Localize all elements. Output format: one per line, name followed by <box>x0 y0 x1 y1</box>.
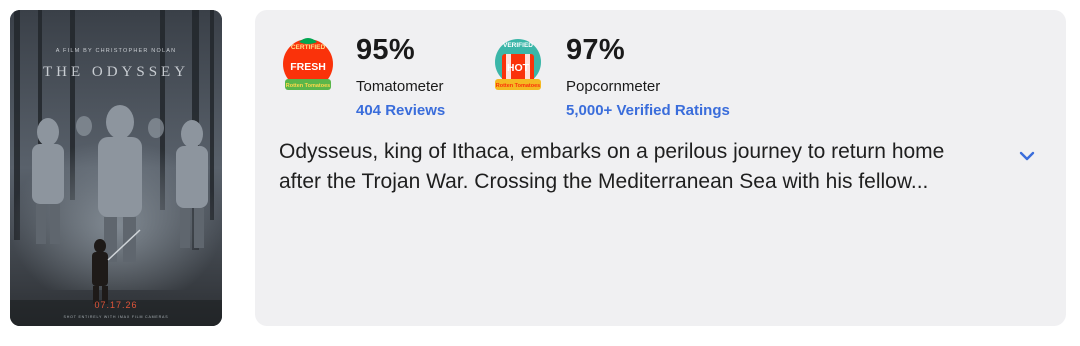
poster-tagline: A FILM BY CHRISTOPHER NOLAN <box>56 48 177 54</box>
popcornmeter-badge-brand: Rotten Tomatoes <box>496 83 541 89</box>
chevron-down-icon[interactable] <box>1015 144 1039 168</box>
tomatometer-label: Tomatometer <box>356 78 444 95</box>
popcornmeter-badge-main: HOT <box>507 62 530 74</box>
tomatometer-badge-brand: Rotten Tomatoes <box>286 83 331 89</box>
critic-reviews-link[interactable]: 404 Reviews <box>356 102 586 120</box>
synopsis-text: Odysseus, king of Ithaca, embarks on a p… <box>279 140 945 193</box>
popcornmeter-text: 97% Popcornmeter 5,000+ Verified Ratings <box>566 32 796 120</box>
popcornmeter-badge-top: VERIFIED <box>503 42 533 49</box>
scores-card: CERTIFIED FRESH Rotten Tomatoes 95% Toma… <box>255 10 1066 326</box>
popcornmeter-label: Popcornmeter <box>566 78 661 95</box>
tomatometer-badge-top: CERTIFIED <box>291 44 326 51</box>
poster-date: 07.17.26 <box>94 300 137 310</box>
certified-fresh-icon: CERTIFIED FRESH Rotten Tomatoes <box>279 34 337 98</box>
verified-ratings-link[interactable]: 5,000+ Verified Ratings <box>566 102 796 120</box>
movie-poster[interactable]: A FILM BY CHRISTOPHER NOLAN THE ODYSSEY … <box>10 10 222 326</box>
verified-hot-icon: VERIFIED HOT Rotten Tomatoes <box>489 34 547 98</box>
popcornmeter-score: 97% <box>566 34 625 66</box>
poster-artwork: A FILM BY CHRISTOPHER NOLAN THE ODYSSEY … <box>10 10 222 326</box>
tomatometer-score: 95% <box>356 34 415 66</box>
tomatometer-badge-main: FRESH <box>290 61 326 73</box>
poster-title: THE ODYSSEY <box>43 64 189 80</box>
poster-footer: SHOT ENTIRELY WITH IMAX FILM CAMERAS <box>64 315 169 319</box>
tomatometer-text: 95% Tomatometer 404 Reviews <box>356 32 586 120</box>
